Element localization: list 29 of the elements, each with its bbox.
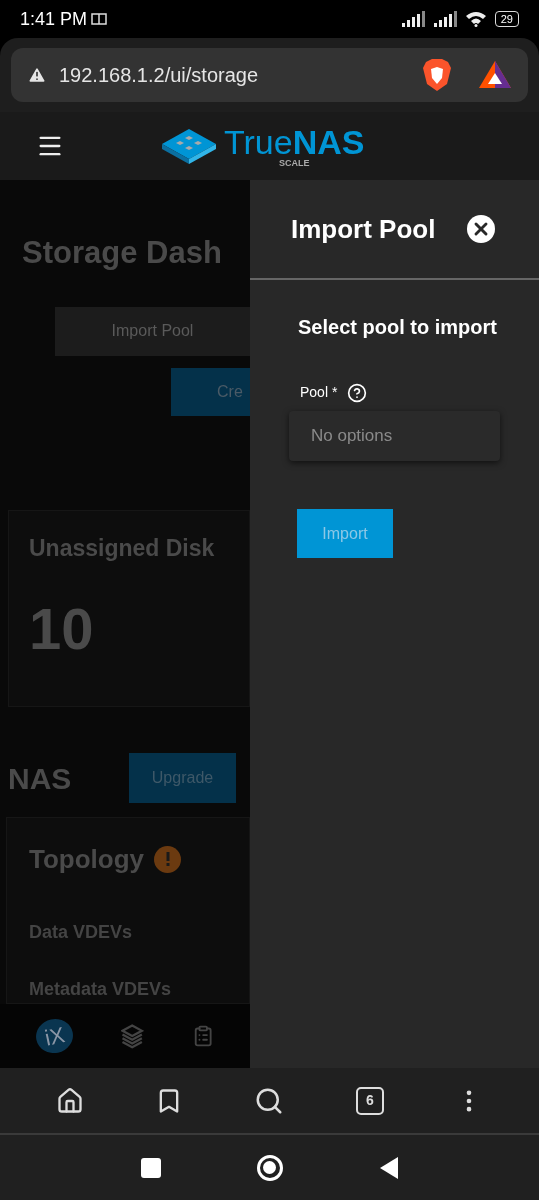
panel-subtitle: Select pool to import: [298, 315, 498, 340]
page-title: Storage Dash: [22, 234, 223, 272]
lion-shield-icon[interactable]: [422, 58, 452, 92]
field-label: Pool *: [300, 383, 338, 402]
panel-title: Import Pool: [291, 212, 436, 246]
signal-icon: [400, 11, 425, 27]
recent-apps-button[interactable]: [140, 1157, 161, 1178]
signal-icon: [432, 11, 457, 27]
home-button[interactable]: [256, 1154, 283, 1181]
close-button[interactable]: [467, 215, 495, 243]
back-button[interactable]: [378, 1155, 399, 1180]
topology-title: Topology: [29, 843, 145, 877]
home-icon[interactable]: [55, 1086, 84, 1115]
wifi-icon: [464, 11, 487, 27]
status-time: 1:41 PM: [20, 7, 88, 31]
grid-logo-icon: [160, 127, 218, 165]
card-title: Unassigned Disk: [29, 534, 216, 564]
triangle-logo-icon[interactable]: [478, 60, 512, 90]
pool-select[interactable]: No options: [289, 411, 500, 461]
help-icon[interactable]: [347, 382, 368, 403]
disk-count: 10: [29, 597, 95, 662]
logo-subtext: SCALE: [278, 158, 310, 168]
screen-mirror-icon: [91, 13, 108, 25]
battery-indicator: 29: [494, 11, 519, 27]
import-pool-button[interactable]: Import Pool: [55, 306, 250, 357]
pool-name: NAS: [8, 760, 73, 797]
logo-text: TrueNAS: [224, 124, 365, 159]
warning-icon: [27, 65, 47, 85]
tab-counter[interactable]: 6: [355, 1086, 384, 1115]
